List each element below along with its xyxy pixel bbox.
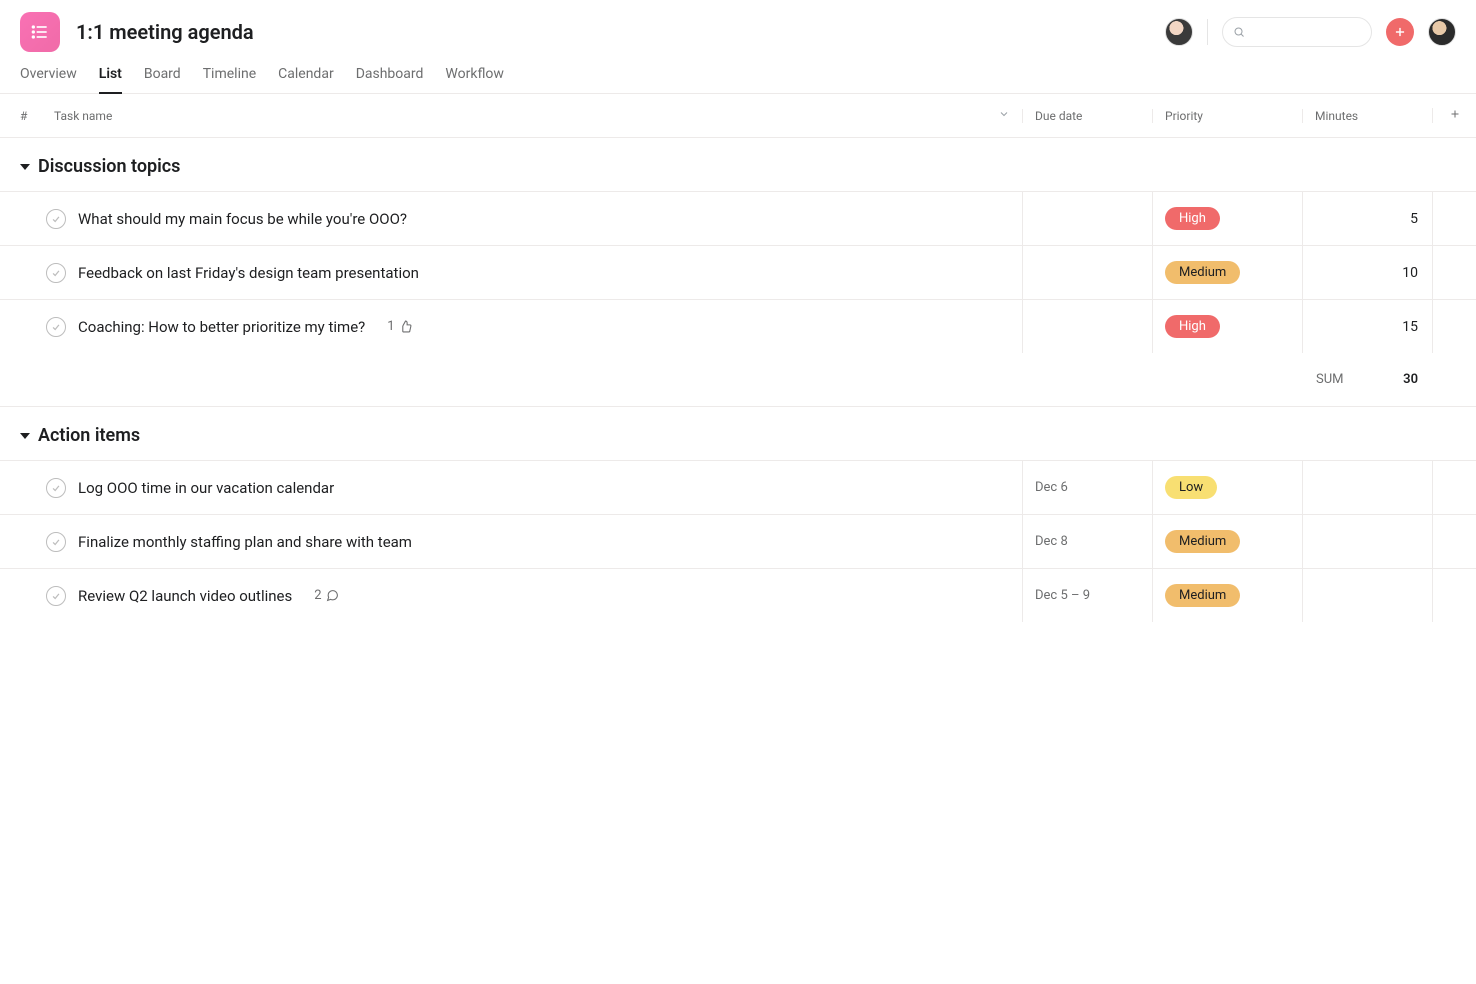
- task-minutes[interactable]: [1302, 515, 1432, 568]
- cell-extra: [1432, 515, 1476, 568]
- task-row[interactable]: Coaching: How to better prioritize my ti…: [0, 299, 1476, 353]
- task-priority[interactable]: Medium: [1152, 569, 1302, 622]
- caret-down-icon: [20, 433, 30, 439]
- cell-extra: [1432, 569, 1476, 622]
- thumbs-up-icon: [399, 320, 412, 333]
- column-number[interactable]: #: [20, 109, 54, 123]
- task-row[interactable]: Finalize monthly staffing plan and share…: [0, 514, 1476, 568]
- column-duedate[interactable]: Due date: [1022, 109, 1152, 123]
- complete-checkbox[interactable]: [46, 209, 66, 229]
- priority-pill: High: [1165, 207, 1220, 230]
- header-right: [1165, 17, 1456, 47]
- tab-list[interactable]: List: [99, 58, 122, 94]
- task-priority[interactable]: Medium: [1152, 515, 1302, 568]
- priority-pill: High: [1165, 315, 1220, 338]
- tab-workflow[interactable]: Workflow: [445, 58, 504, 94]
- task-minutes[interactable]: [1302, 461, 1432, 514]
- priority-pill: Medium: [1165, 530, 1240, 553]
- search-input[interactable]: [1251, 25, 1361, 40]
- column-headers: # Task name Due date Priority Minutes: [0, 94, 1476, 138]
- tab-calendar[interactable]: Calendar: [278, 58, 334, 94]
- user-avatar[interactable]: [1428, 18, 1456, 46]
- plus-icon: [1449, 108, 1461, 120]
- cell-extra: [1432, 192, 1476, 245]
- priority-pill: Medium: [1165, 261, 1240, 284]
- comment-icon: [326, 589, 339, 602]
- task-minutes[interactable]: 10: [1302, 246, 1432, 299]
- task-due[interactable]: [1022, 192, 1152, 245]
- task-name[interactable]: Review Q2 launch video outlines: [78, 587, 292, 605]
- project-icon[interactable]: [20, 12, 60, 52]
- task-priority[interactable]: High: [1152, 300, 1302, 353]
- complete-checkbox[interactable]: [46, 263, 66, 283]
- task-due[interactable]: Dec 6: [1022, 461, 1152, 514]
- task-name[interactable]: Coaching: How to better prioritize my ti…: [78, 318, 365, 336]
- task-priority[interactable]: Medium: [1152, 246, 1302, 299]
- task-name[interactable]: Finalize monthly staffing plan and share…: [78, 533, 412, 551]
- complete-checkbox[interactable]: [46, 317, 66, 337]
- task-name[interactable]: What should my main focus be while you'r…: [78, 210, 407, 228]
- tab-board[interactable]: Board: [144, 58, 181, 94]
- plus-icon: [1393, 25, 1407, 39]
- caret-down-icon: [20, 164, 30, 170]
- task-priority[interactable]: High: [1152, 192, 1302, 245]
- task-minutes[interactable]: [1302, 569, 1432, 622]
- project-title[interactable]: 1:1 meeting agenda: [76, 20, 1149, 44]
- cell-extra: [1432, 246, 1476, 299]
- task-due[interactable]: [1022, 300, 1152, 353]
- task-row[interactable]: Review Q2 launch video outlines 2 Dec 5 …: [0, 568, 1476, 622]
- priority-pill: Low: [1165, 476, 1217, 499]
- sum-value: 30: [1403, 372, 1418, 387]
- task-due[interactable]: Dec 5 – 9: [1022, 569, 1152, 622]
- task-row[interactable]: Log OOO time in our vacation calendar De…: [0, 460, 1476, 514]
- comment-count[interactable]: 2: [314, 588, 338, 603]
- task-due[interactable]: Dec 8: [1022, 515, 1152, 568]
- tab-dashboard[interactable]: Dashboard: [356, 58, 424, 94]
- column-taskname-label: Task name: [54, 109, 112, 123]
- task-due[interactable]: [1022, 246, 1152, 299]
- priority-pill: Medium: [1165, 584, 1240, 607]
- task-priority[interactable]: Low: [1152, 461, 1302, 514]
- task-name[interactable]: Log OOO time in our vacation calendar: [78, 479, 334, 497]
- complete-checkbox[interactable]: [46, 532, 66, 552]
- task-minutes[interactable]: 15: [1302, 300, 1432, 353]
- search-box[interactable]: [1222, 17, 1372, 47]
- chevron-down-icon[interactable]: [998, 108, 1010, 123]
- section-header-discussion[interactable]: Discussion topics: [0, 138, 1476, 191]
- section-header-action-items[interactable]: Action items: [0, 407, 1476, 460]
- add-button[interactable]: [1386, 18, 1414, 46]
- sum-label: SUM: [1316, 372, 1344, 387]
- header: 1:1 meeting agenda: [0, 0, 1476, 52]
- search-icon: [1233, 25, 1245, 39]
- cell-extra: [1432, 461, 1476, 514]
- column-taskname[interactable]: Task name: [54, 108, 1022, 123]
- column-minutes[interactable]: Minutes: [1302, 109, 1432, 123]
- cell-extra: [1432, 300, 1476, 353]
- tab-timeline[interactable]: Timeline: [203, 58, 256, 94]
- like-count[interactable]: 1: [387, 319, 411, 334]
- add-column-button[interactable]: [1432, 108, 1476, 123]
- divider: [1207, 19, 1208, 45]
- member-avatar[interactable]: [1165, 18, 1193, 46]
- section-title: Action items: [38, 425, 140, 446]
- complete-checkbox[interactable]: [46, 478, 66, 498]
- task-minutes[interactable]: 5: [1302, 192, 1432, 245]
- view-tabs: Overview List Board Timeline Calendar Da…: [0, 52, 1476, 94]
- tab-overview[interactable]: Overview: [20, 58, 77, 94]
- section-title: Discussion topics: [38, 156, 180, 177]
- task-name[interactable]: Feedback on last Friday's design team pr…: [78, 264, 419, 282]
- comment-count-value: 2: [314, 588, 321, 603]
- task-row[interactable]: Feedback on last Friday's design team pr…: [0, 245, 1476, 299]
- column-priority[interactable]: Priority: [1152, 109, 1302, 123]
- sum-row: SUM 30: [0, 353, 1476, 407]
- like-count-value: 1: [387, 319, 394, 334]
- complete-checkbox[interactable]: [46, 586, 66, 606]
- task-row[interactable]: What should my main focus be while you'r…: [0, 191, 1476, 245]
